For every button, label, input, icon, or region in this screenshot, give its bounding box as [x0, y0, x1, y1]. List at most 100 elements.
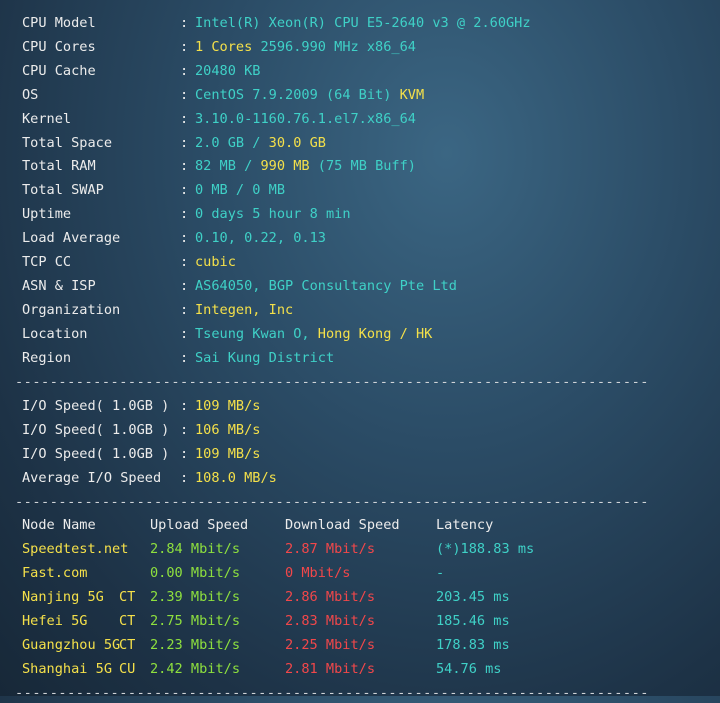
info-value-part: 0.10, 0.22, 0.13 — [195, 230, 326, 247]
info-row: Uptime:0 days 5 hour 8 min — [22, 204, 712, 224]
info-value: Intel(R) Xeon(R) CPU E5-2640 v3 @ 2.60GH… — [195, 13, 531, 33]
info-colon: : — [180, 134, 189, 151]
info-key: OS — [22, 86, 39, 103]
node-name: Hefei 5G — [22, 612, 88, 629]
info-value-part: Intel(R) Xeon(R) CPU E5-2640 v3 @ 2.60GH… — [195, 15, 531, 31]
info-key: CPU Model — [22, 15, 96, 31]
speed-row: Nanjing 5G CT 2.39 Mbit/s 2.86 Mbit/s 203.45… — [22, 587, 712, 607]
info-key: Total Space — [22, 134, 113, 151]
speed-row: Shanghai 5G CU 2.42 Mbit/s 2.81 Mbit/s 54.76… — [22, 659, 712, 679]
upload-speed: 2.39 Mbit/s — [150, 588, 241, 605]
info-key: Region — [22, 349, 72, 366]
info-key: CPU Cache — [22, 62, 96, 79]
info-value-part: AS64050, BGP Consultancy Pte Ltd — [195, 277, 457, 294]
info-value-part: 1 Cores — [195, 38, 261, 55]
info-colon: : — [180, 62, 189, 79]
info-row: Total SWAP:0 MB / 0 MB — [22, 180, 712, 200]
info-value-part: (75 MB Buff) — [309, 158, 416, 175]
info-colon: : — [180, 182, 189, 199]
info-value: Sai Kung District — [195, 348, 334, 368]
info-row: Total Space:2.0 GB / 30.0 GB — [22, 133, 712, 153]
info-colon: : — [180, 86, 189, 103]
info-value-part: KVM — [399, 86, 425, 103]
download-speed: 2.25 Mbit/s — [285, 636, 376, 653]
info-value-part: 3.10.0-1160.76.1.el7.x86_64 — [195, 110, 416, 127]
node-isp: CU — [119, 660, 136, 677]
info-colon: : — [180, 254, 189, 270]
info-colon: : — [180, 15, 189, 31]
upload-speed: 2.42 Mbit/s — [150, 660, 241, 677]
io-colon: : — [180, 469, 189, 486]
info-row: Total RAM:82 MB / 990 MB (75 MB Buff) — [22, 156, 712, 176]
node-name: Guangzhou 5G — [22, 636, 121, 653]
header-cell: Upload Speed — [150, 517, 249, 533]
info-value-part: CentOS 7.9.2009 (64 Bit) — [195, 86, 400, 103]
io-row: Average I/O Speed:108.0 MB/s — [22, 468, 712, 488]
io-row: I/O Speed( 1.0GB ):109 MB/s — [22, 444, 712, 464]
info-value: Tseung Kwan O, Hong Kong / HK — [195, 324, 432, 344]
info-colon: : — [180, 206, 189, 223]
speed-row: Fast.com 0.00 Mbit/s 0 Mbit/s - — [22, 563, 712, 583]
info-value: AS64050, BGP Consultancy Pte Ltd — [195, 276, 457, 296]
info-colon: : — [180, 349, 189, 366]
io-colon: : — [180, 445, 189, 462]
latency: - — [436, 564, 445, 581]
info-value: 0 MB / 0 MB — [195, 180, 285, 200]
info-value-part: 2.0 GB / — [195, 134, 269, 151]
info-value-part: 0 MB / 0 MB — [195, 182, 286, 199]
info-colon: : — [180, 301, 189, 318]
download-speed: 2.81 Mbit/s — [285, 660, 376, 677]
info-key: Load Average — [22, 230, 121, 247]
separator-io: ----------------------------------------… — [15, 374, 649, 390]
separator-speedtest: ----------------------------------------… — [15, 494, 649, 510]
info-row: ASN & ISP: AS64050, BGP Consultancy Pte L… — [22, 276, 712, 296]
info-value: 3.10.0-1160.76.1.el7.x86_64 — [195, 109, 416, 129]
speed-table-header: Node Name Upload Speed Download Speed Laten… — [22, 515, 712, 535]
info-row: CPU Model: Intel(R) Xeon(R) CPU E5-2640 v… — [22, 13, 712, 33]
download-speed: 2.83 Mbit/s — [285, 612, 376, 629]
info-value-part: Integen, Inc — [195, 301, 294, 318]
info-row: Region: Sai Kung District — [22, 348, 712, 368]
info-value-part: cubic — [195, 254, 236, 270]
info-colon: : — [180, 38, 189, 55]
latency: 54.76 ms — [436, 660, 502, 677]
info-key: Total RAM — [22, 158, 96, 175]
info-key: CPU Cores — [22, 38, 96, 55]
upload-speed: 2.84 Mbit/s — [150, 541, 241, 557]
info-value: Integen, Inc — [195, 300, 293, 320]
info-value-part: 990 MB — [260, 158, 310, 175]
io-row: I/O Speed( 1.0GB ):109 MB/s — [22, 396, 712, 416]
node-name: Fast.com — [22, 564, 88, 581]
node-name: Speedtest.net — [22, 541, 129, 557]
info-value-part: 30.0 GB — [268, 134, 326, 151]
info-value-part: 20480 KB — [195, 62, 261, 79]
upload-speed: 2.75 Mbit/s — [150, 612, 241, 629]
info-value-part: 82 MB / — [195, 158, 261, 175]
io-value: 108.0 MB/s — [195, 469, 277, 486]
info-key: ASN & ISP — [22, 277, 96, 294]
io-value: 109 MB/s — [195, 445, 261, 462]
io-colon: : — [180, 421, 189, 438]
info-colon: : — [180, 277, 189, 294]
node-isp: CT — [119, 588, 136, 605]
info-value-part: 0 days 5 hour 8 min — [195, 206, 351, 223]
info-value-part: Hong Kong / HK — [317, 325, 433, 342]
download-speed: 0 Mbit/s — [285, 564, 351, 581]
download-speed: 2.86 Mbit/s — [285, 588, 376, 605]
info-row: OS: CentOS 7.9.2009 (64 Bit) KVM — [22, 85, 712, 105]
info-row: Location: Tseung Kwan O, Hong Kong / HK — [22, 324, 712, 344]
io-colon: : — [180, 398, 189, 414]
speed-row: Guangzhou 5G CT 2.23 Mbit/s 2.25 Mbit/s 178.… — [22, 635, 712, 655]
info-key: TCP CC — [22, 254, 72, 270]
io-key: I/O Speed( 1.0GB ) — [22, 421, 170, 438]
upload-speed: 2.23 Mbit/s — [150, 636, 241, 653]
info-value-part: Tseung Kwan O, — [195, 325, 318, 342]
info-value-part: 2596.990 MHz x86_64 — [260, 38, 416, 55]
info-value: 0 days 5 hour 8 min — [195, 204, 351, 224]
info-value: 82 MB / 990 MB (75 MB Buff) — [195, 156, 416, 176]
io-key: I/O Speed( 1.0GB ) — [22, 398, 170, 414]
info-key: Location — [22, 325, 88, 342]
latency: 185.46 ms — [436, 612, 510, 629]
node-isp: CT — [119, 636, 136, 653]
info-key: Total SWAP — [22, 182, 104, 199]
